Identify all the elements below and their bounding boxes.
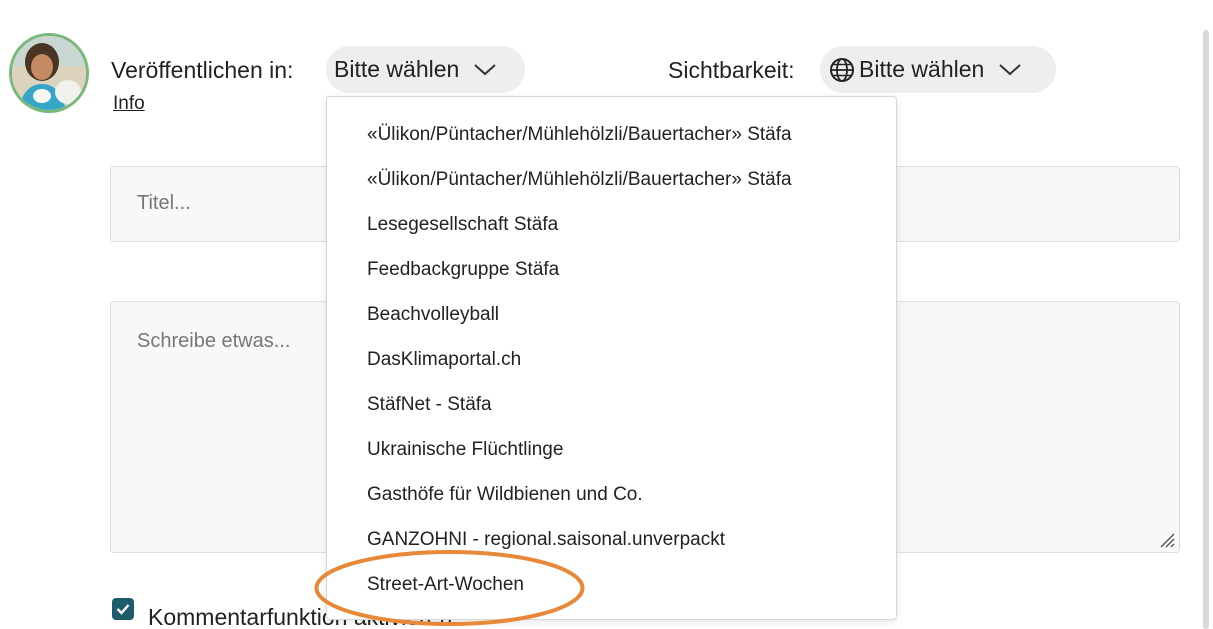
dropdown-option[interactable]: Beachvolleyball xyxy=(367,304,499,326)
dropdown-option[interactable]: Lesegesellschaft Stäfa xyxy=(367,214,558,236)
publish-in-select[interactable]: Bitte wählen xyxy=(326,46,525,93)
avatar xyxy=(9,33,89,113)
dropdown-option-street-art-wochen[interactable]: Street-Art-Wochen xyxy=(367,574,524,596)
info-link[interactable]: Info xyxy=(113,93,145,115)
dropdown-option[interactable]: Feedbackgruppe Stäfa xyxy=(367,259,559,281)
publish-in-label: Veröffentlichen in: xyxy=(111,57,294,83)
chevron-down-icon xyxy=(999,63,1021,75)
title-placeholder: Titel... xyxy=(137,192,191,214)
dropdown-option[interactable]: StäfNet - Stäfa xyxy=(367,394,492,416)
body-placeholder: Schreibe etwas... xyxy=(137,330,291,352)
dropdown-option[interactable]: «Ülikon/Püntacher/Mühlehölzli/Bauertache… xyxy=(367,124,792,146)
dropdown-option[interactable]: Gasthöfe für Wildbienen und Co. xyxy=(367,484,643,506)
chevron-down-icon xyxy=(474,63,496,75)
dropdown-option[interactable]: DasKlimaportal.ch xyxy=(367,349,521,371)
visibility-select-value: Bitte wählen xyxy=(859,56,985,82)
dropdown-option[interactable]: Ukrainische Flüchtlinge xyxy=(367,439,563,461)
publish-in-dropdown: «Ülikon/Püntacher/Mühlehölzli/Bauertache… xyxy=(326,96,897,620)
page-scrollbar[interactable] xyxy=(1203,30,1209,629)
visibility-select[interactable]: Bitte wählen xyxy=(820,46,1056,93)
check-icon xyxy=(116,604,130,615)
comment-toggle-checkbox[interactable] xyxy=(112,598,134,620)
visibility-label: Sichtbarkeit: xyxy=(668,57,795,83)
dropdown-option[interactable]: «Ülikon/Püntacher/Mühlehölzli/Bauertache… xyxy=(367,169,792,191)
resize-handle-icon[interactable] xyxy=(1157,530,1175,548)
globe-icon xyxy=(830,57,854,82)
dropdown-option[interactable]: GANZOHNI - regional.saisonal.unverpackt xyxy=(367,529,725,551)
publish-in-select-value: Bitte wählen xyxy=(334,56,460,82)
